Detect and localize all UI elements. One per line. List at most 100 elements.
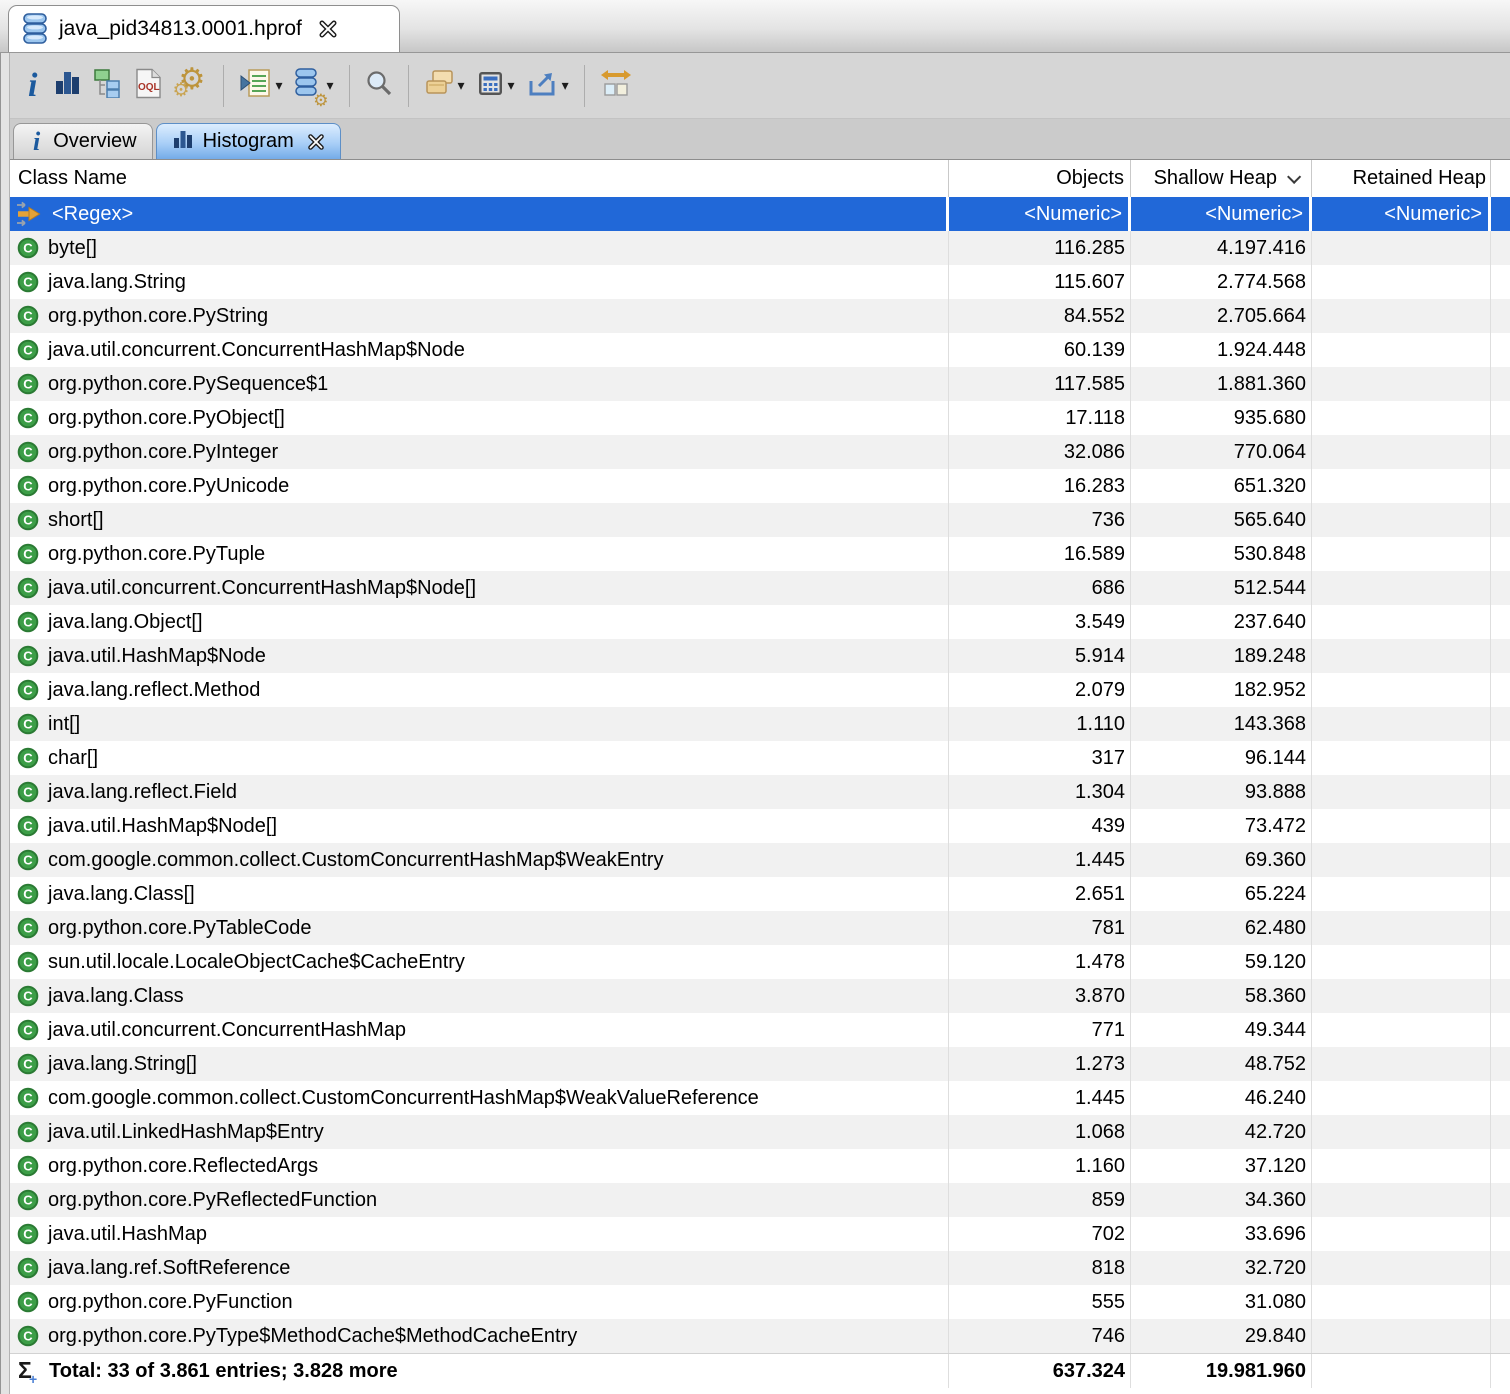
editor-tab-close-icon[interactable] — [318, 19, 338, 39]
table-row[interactable]: C char[] 317 96.144 — [10, 741, 1510, 775]
table-row[interactable]: C java.lang.String[] 1.273 48.752 — [10, 1047, 1510, 1081]
row-filler — [1491, 673, 1510, 707]
shallow-heap-cell: 32.720 — [1131, 1251, 1312, 1285]
row-filler — [1491, 401, 1510, 435]
svg-text:C: C — [23, 343, 33, 358]
table-row[interactable]: C java.util.HashMap$Node[] 439 73.472 — [10, 809, 1510, 843]
table-row[interactable]: C java.util.concurrent.ConcurrentHashMap… — [10, 333, 1510, 367]
objects-cell: 1.304 — [949, 775, 1131, 809]
oql-button[interactable]: OQL — [129, 64, 168, 108]
table-row[interactable]: C java.util.HashMap 702 33.696 — [10, 1217, 1510, 1251]
class-name-label: char[] — [48, 747, 98, 770]
class-name-cell: C org.python.core.PyType$MethodCache$Met… — [10, 1319, 949, 1353]
class-name-label: java.util.concurrent.ConcurrentHashMap$N… — [48, 339, 465, 362]
tab-histogram[interactable]: Histogram — [156, 123, 341, 159]
objects-cell: 317 — [949, 741, 1131, 775]
compare-button[interactable] — [594, 64, 638, 107]
shallow-heap-cell: 93.888 — [1131, 775, 1312, 809]
table-row[interactable]: C org.python.core.PyType$MethodCache$Met… — [10, 1319, 1510, 1353]
row-filler — [1491, 843, 1510, 877]
grouping-icon — [424, 69, 454, 102]
query-browser-button[interactable]: ▾ — [233, 64, 288, 107]
class-icon: C — [17, 373, 39, 395]
table-row[interactable]: C org.python.core.PyReflectedFunction 85… — [10, 1183, 1510, 1217]
retained-heap-cell — [1312, 945, 1491, 979]
left-gutter — [0, 53, 10, 1394]
dropdown-arrow-icon[interactable]: ▾ — [458, 77, 465, 94]
objects-cell: 736 — [949, 503, 1131, 537]
heap-queries-button[interactable]: ⚙ ▾ — [288, 64, 339, 107]
column-header-filler — [1491, 160, 1510, 197]
search-button[interactable] — [359, 65, 399, 106]
retained-heap-cell — [1312, 1183, 1491, 1217]
table-row[interactable]: C org.python.core.PyFunction 555 31.080 — [10, 1285, 1510, 1319]
row-filler — [1491, 299, 1510, 333]
retained-filter-input[interactable]: <Numeric> — [1312, 197, 1491, 231]
table-row[interactable]: C java.lang.Class 3.870 58.360 — [10, 979, 1510, 1013]
table-row[interactable]: C java.lang.Object[] 3.549 237.640 — [10, 605, 1510, 639]
table-row[interactable]: C short[] 736 565.640 — [10, 503, 1510, 537]
class-name-label: org.python.core.PyReflectedFunction — [48, 1189, 377, 1212]
dropdown-arrow-icon[interactable]: ▾ — [562, 77, 569, 94]
retained-heap-cell — [1312, 401, 1491, 435]
table-row[interactable]: C java.util.HashMap$Node 5.914 189.248 — [10, 639, 1510, 673]
table-row[interactable]: C java.lang.reflect.Method 2.079 182.952 — [10, 673, 1510, 707]
column-header-retained-heap[interactable]: Retained Heap — [1312, 160, 1491, 197]
table-row[interactable]: C com.google.common.collect.CustomConcur… — [10, 1081, 1510, 1115]
column-header-shallow-heap[interactable]: Shallow Heap — [1131, 160, 1312, 197]
overview-info-button[interactable]: i — [18, 65, 47, 107]
table-row[interactable]: C com.google.common.collect.CustomConcur… — [10, 843, 1510, 877]
editor-tab-heap-dump[interactable]: java_pid34813.0001.hprof — [8, 5, 400, 52]
class-icon: C — [17, 917, 39, 939]
objects-cell: 439 — [949, 809, 1131, 843]
class-icon: C — [17, 985, 39, 1007]
info-icon: i — [29, 129, 44, 155]
histogram-button[interactable] — [47, 65, 87, 106]
table-row[interactable]: C java.lang.Class[] 2.651 65.224 — [10, 877, 1510, 911]
column-header-objects[interactable]: Objects — [949, 160, 1131, 197]
objects-cell: 3.870 — [949, 979, 1131, 1013]
regex-filter-input[interactable]: <Regex> — [10, 197, 949, 231]
objects-filter-input[interactable]: <Numeric> — [949, 197, 1131, 231]
export-button[interactable]: ▾ — [521, 66, 575, 106]
tab-close-icon[interactable] — [307, 133, 325, 151]
table-row[interactable]: C int[] 1.110 143.368 — [10, 707, 1510, 741]
thread-gears-button[interactable]: ⚙⚙ — [168, 65, 214, 107]
dropdown-arrow-icon[interactable]: ▾ — [508, 77, 515, 94]
table-row[interactable]: C org.python.core.PyTableCode 781 62.480 — [10, 911, 1510, 945]
class-icon: C — [17, 509, 39, 531]
table-row[interactable]: C java.lang.reflect.Field 1.304 93.888 — [10, 775, 1510, 809]
row-filler — [1491, 231, 1510, 265]
table-row[interactable]: C org.python.core.PySequence$1 117.585 1… — [10, 367, 1510, 401]
shallow-heap-cell: 69.360 — [1131, 843, 1312, 877]
class-name-label: org.python.core.PyTuple — [48, 543, 265, 566]
svg-text:C: C — [23, 1023, 33, 1038]
table-row[interactable]: C org.python.core.PyInteger 32.086 770.0… — [10, 435, 1510, 469]
table-row[interactable]: C java.util.LinkedHashMap$Entry 1.068 42… — [10, 1115, 1510, 1149]
total-row: Σ + Total: 33 of 3.861 entries; 3.828 mo… — [10, 1353, 1510, 1388]
objects-cell: 5.914 — [949, 639, 1131, 673]
table-row[interactable]: C java.util.concurrent.ConcurrentHashMap… — [10, 1013, 1510, 1047]
grouping-button[interactable]: ▾ — [418, 65, 471, 106]
table-row[interactable]: C java.util.concurrent.ConcurrentHashMap… — [10, 571, 1510, 605]
table-row[interactable]: C java.lang.String 115.607 2.774.568 — [10, 265, 1510, 299]
dominator-tree-button[interactable] — [87, 64, 129, 107]
table-row[interactable]: C org.python.core.PyUnicode 16.283 651.3… — [10, 469, 1510, 503]
dropdown-arrow-icon[interactable]: ▾ — [275, 77, 282, 94]
calculator-button[interactable]: ▾ — [471, 66, 521, 106]
table-row[interactable]: C org.python.core.PyString 84.552 2.705.… — [10, 299, 1510, 333]
table-row[interactable]: C byte[] 116.285 4.197.416 — [10, 231, 1510, 265]
class-icon: C — [17, 815, 39, 837]
table-row[interactable]: C java.lang.ref.SoftReference 818 32.720 — [10, 1251, 1510, 1285]
retained-heap-cell — [1312, 1013, 1491, 1047]
table-row[interactable]: C sun.util.locale.LocaleObjectCache$Cach… — [10, 945, 1510, 979]
objects-cell: 1.445 — [949, 1081, 1131, 1115]
class-name-cell: C char[] — [10, 741, 949, 775]
table-row[interactable]: C org.python.core.ReflectedArgs 1.160 37… — [10, 1149, 1510, 1183]
table-row[interactable]: C org.python.core.PyObject[] 17.118 935.… — [10, 401, 1510, 435]
table-row[interactable]: C org.python.core.PyTuple 16.589 530.848 — [10, 537, 1510, 571]
row-filler — [1491, 809, 1510, 843]
column-header-class-name[interactable]: Class Name — [10, 160, 949, 197]
shallow-filter-input[interactable]: <Numeric> — [1131, 197, 1312, 231]
tab-overview[interactable]: i Overview — [13, 123, 153, 159]
